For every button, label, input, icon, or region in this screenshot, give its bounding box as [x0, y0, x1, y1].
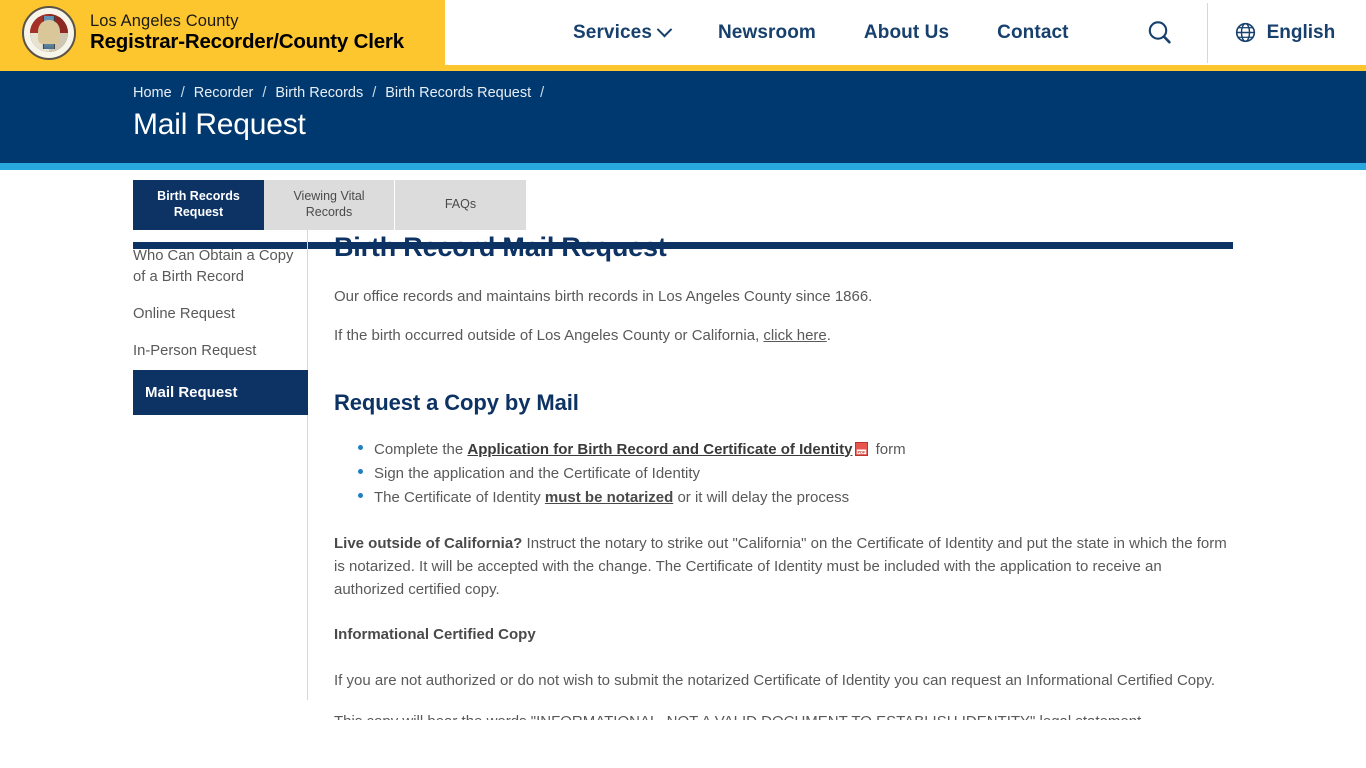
nav-label-contact: Contact	[997, 21, 1069, 43]
page-banner: Home / Recorder / Birth Records / Birth …	[0, 71, 1366, 163]
nav-item-services[interactable]: Services	[549, 22, 694, 44]
tab-faqs[interactable]: FAQs	[395, 180, 526, 230]
breadcrumb: Home / Recorder / Birth Records / Birth …	[133, 85, 553, 101]
breadcrumb-item-birth-records-request[interactable]: Birth Records Request	[385, 85, 531, 101]
breadcrumb-item-home[interactable]: Home	[133, 85, 172, 101]
clipped-paragraph: This copy will bear the words "INFORMATI…	[334, 710, 1234, 720]
search-button[interactable]	[1139, 12, 1181, 54]
page-title: Mail Request	[133, 108, 306, 141]
informational-certified-copy-heading: Informational Certified Copy	[334, 623, 1234, 646]
clipped-paragraph-region: This copy will bear the words "INFORMATI…	[334, 710, 1234, 720]
nav-label-services: Services	[573, 21, 652, 43]
chevron-down-icon	[656, 21, 673, 38]
intro-paragraph-1: Our office records and maintains birth r…	[334, 288, 873, 305]
live-outside-label: Live outside of California?	[334, 534, 523, 552]
breadcrumb-separator: /	[180, 85, 185, 101]
language-selector[interactable]: English	[1234, 21, 1336, 44]
brand-logo-area[interactable]: Los Angeles County Registrar-Recorder/Co…	[0, 0, 445, 65]
globe-icon	[1235, 22, 1255, 43]
main-article: Birth Record Mail Request Our office rec…	[334, 230, 1234, 740]
sidebar-item-mail-request[interactable]: Mail Request	[133, 370, 308, 416]
agency-department-name: Registrar-Recorder/County Clerk	[90, 29, 404, 53]
section-heading-request-by-mail: Request a Copy by Mail	[334, 389, 579, 415]
tab-viewing-vital-records[interactable]: Viewing Vital Records	[264, 180, 395, 230]
pdf-icon: PDF	[855, 440, 869, 456]
nav-divider	[1206, 2, 1208, 63]
sidebar-item-in-person-request[interactable]: In-Person Request	[133, 333, 307, 370]
bullet-1-after: form	[871, 440, 906, 458]
sidebar-item-who-can-obtain[interactable]: Who Can Obtain a Copy of a Birth Record	[133, 238, 307, 296]
bullet-1-before: Complete the	[374, 440, 468, 458]
accent-bar	[0, 163, 1366, 170]
svg-text:PDF: PDF	[858, 449, 867, 454]
breadcrumb-separator-trailing: /	[540, 85, 545, 101]
informational-certified-copy-paragraph: If you are not authorized or do not wish…	[334, 671, 1216, 689]
section-sidebar: Who Can Obtain a Copy of a Birth Record …	[133, 230, 308, 700]
breadcrumb-item-recorder[interactable]: Recorder	[194, 85, 254, 101]
language-label: English	[1266, 21, 1336, 43]
header-yellow-strip	[0, 64, 1366, 71]
bullet-3-before: The Certificate of Identity	[374, 489, 545, 507]
tab-birth-records-request[interactable]: Birth Records Request	[133, 180, 264, 230]
intro-paragraph-2: If the birth occurred outside of Los Ang…	[334, 324, 1234, 347]
nav-item-newsroom[interactable]: Newsroom	[694, 22, 840, 44]
nav-label-newsroom: Newsroom	[717, 21, 816, 43]
list-item: The Certificate of Identity must be nota…	[358, 486, 1234, 509]
instruction-list: Complete the Application for Birth Recor…	[334, 438, 1234, 510]
nav-label-about-us: About Us	[863, 21, 950, 43]
agency-county-name: Los Angeles County	[90, 11, 239, 30]
bullet-3-after: or it will delay the process	[673, 489, 850, 507]
intro-2-after: .	[826, 327, 831, 345]
bullet-2-text: Sign the application and the Certificate…	[374, 464, 701, 482]
must-be-notarized-emphasis: must be notarized	[544, 489, 674, 507]
primary-navigation: Services Newsroom About Us Contact Engli…	[445, 0, 1366, 65]
list-item: Complete the Application for Birth Recor…	[358, 438, 1234, 461]
article-title: Birth Record Mail Request	[334, 232, 667, 262]
breadcrumb-item-birth-records[interactable]: Birth Records	[275, 85, 363, 101]
live-outside-california-paragraph: Live outside of California? Instruct the…	[334, 532, 1234, 602]
intro-2-before: If the birth occurred outside of Los Ang…	[334, 327, 764, 345]
la-county-seal-icon	[22, 5, 76, 60]
nav-item-contact[interactable]: Contact	[973, 22, 1092, 44]
sidebar-item-online-request[interactable]: Online Request	[133, 296, 307, 333]
click-here-link[interactable]: click here	[763, 327, 826, 344]
tab-bar: Birth Records Request Viewing Vital Reco…	[0, 170, 1366, 230]
site-header: Los Angeles County Registrar-Recorder/Co…	[0, 0, 1366, 71]
breadcrumb-separator: /	[262, 85, 267, 101]
list-item: Sign the application and the Certificate…	[358, 462, 1234, 485]
info-heading-label: Informational Certified Copy	[334, 626, 536, 644]
breadcrumb-separator: /	[372, 85, 377, 101]
application-pdf-link[interactable]: Application for Birth Record and Certifi…	[467, 441, 852, 458]
nav-item-about-us[interactable]: About Us	[840, 22, 973, 44]
search-icon	[1148, 20, 1171, 44]
